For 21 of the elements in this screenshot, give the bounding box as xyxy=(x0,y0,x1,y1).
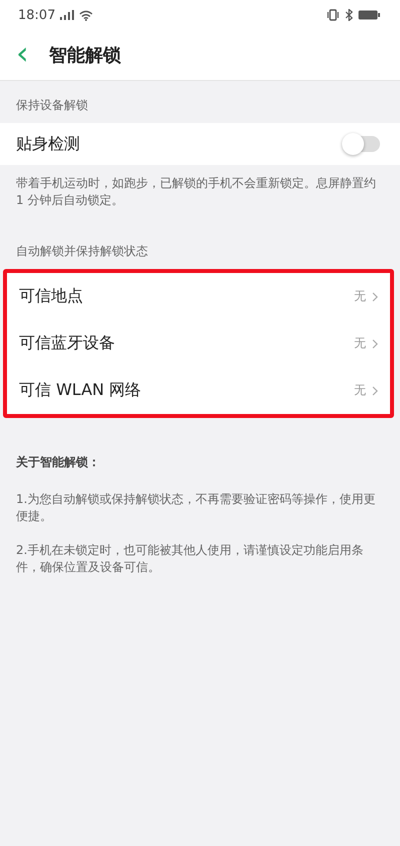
description-text: 带着手机运动时，如跑步，已解锁的手机不会重新锁定。息屏静置约 1 分钟后自动锁定。 xyxy=(15,175,377,209)
vibrate-icon xyxy=(326,9,340,21)
about-title: 关于智能解锁： xyxy=(16,454,101,471)
note-text: 2.手机在未锁定时，也可能被其他人使用，请谨慎设定功能启用条件，确保位置及设备可信。 xyxy=(16,542,364,576)
row-label: 贴身检测 xyxy=(16,134,80,154)
battery-icon xyxy=(358,10,380,20)
list-item[interactable]: 可信地点 无 xyxy=(7,273,390,320)
list-item[interactable]: 可信蓝牙设备 无 xyxy=(7,320,390,367)
section-label: 保持设备解锁 xyxy=(15,97,89,114)
page-title: 智能解锁 xyxy=(48,44,121,67)
chevron-icon xyxy=(372,292,378,302)
signal-icon xyxy=(60,10,74,20)
chevron-icon xyxy=(372,386,378,396)
bluetooth-icon xyxy=(345,9,353,21)
note-text: 1.为您自动解锁或保持解锁状态，不再需要验证密码等操作，使用更便捷。 xyxy=(16,491,376,525)
status-time: 18:07 xyxy=(18,8,56,22)
chevron-icon xyxy=(372,338,378,348)
list-item[interactable]: 可信 WLAN 网络 无 xyxy=(7,367,390,414)
toggle-row[interactable]: 贴身检测 xyxy=(0,123,400,165)
section-label: 自动解锁并保持解锁状态 xyxy=(15,243,149,260)
wifi-icon xyxy=(79,10,94,20)
